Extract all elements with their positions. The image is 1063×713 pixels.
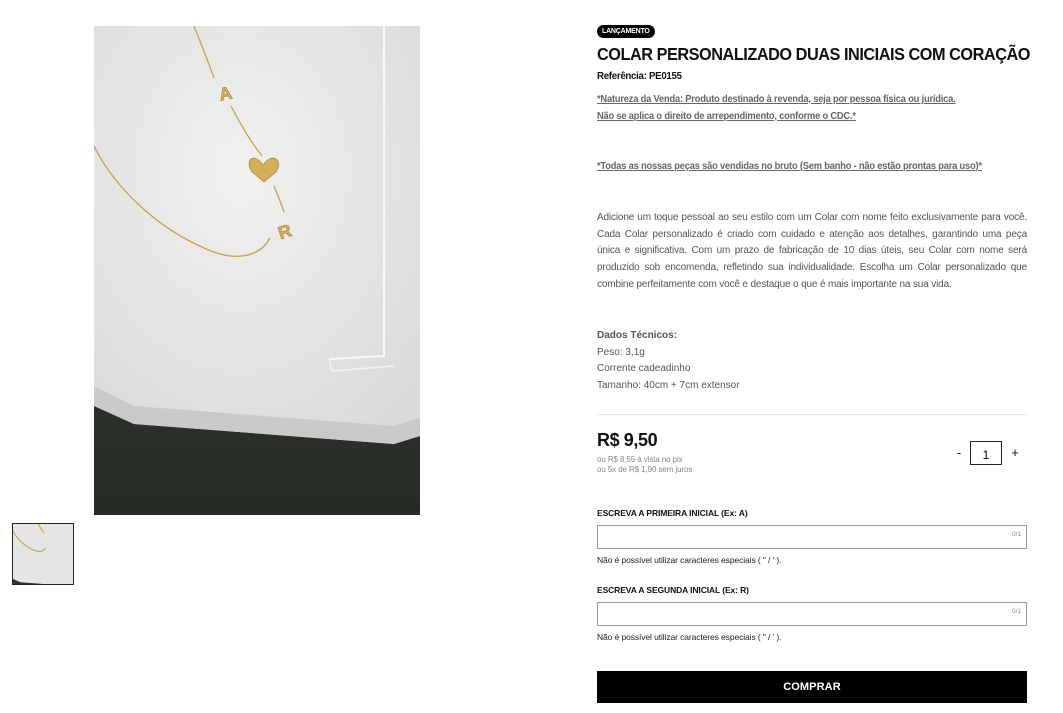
divider <box>597 414 1027 415</box>
spec-size: Tamanho: 40cm + 7cm extensor <box>597 380 740 392</box>
first-initial-label: ESCREVA A PRIMEIRA INICIAL (Ex: A) <box>597 508 748 518</box>
first-initial-counter: 0/1 <box>1011 531 1021 538</box>
first-initial-input[interactable] <box>598 526 1026 548</box>
spec-weight: Peso: 3,1g <box>597 346 645 358</box>
quantity-decrease-button[interactable]: - <box>952 441 966 465</box>
second-initial-hint: Não é possível utilizar caracteres espec… <box>597 632 782 642</box>
sale-notice-line1: *Natureza da Venda: Produto destinado à … <box>597 94 956 105</box>
product-price: R$ 9,50 <box>597 430 658 450</box>
quantity-input[interactable] <box>970 441 1002 465</box>
product-reference: Referência: PE0155 <box>597 70 682 82</box>
first-initial-hint: Não é possível utilizar caracteres espec… <box>597 555 782 565</box>
buy-button[interactable]: COMPRAR <box>597 671 1027 703</box>
product-description: Adicione um toque pessoal ao seu estilo … <box>597 212 1027 290</box>
sale-notice-line2: Não se aplica o direito de arrependiment… <box>597 111 856 122</box>
second-initial-field: 0/1 <box>597 602 1027 626</box>
quantity-stepper: - + <box>949 441 1027 465</box>
second-initial-input[interactable] <box>598 603 1026 625</box>
second-initial-label: ESCREVA A SEGUNDA INICIAL (Ex: R) <box>597 585 749 595</box>
technical-specs: Dados Técnicos: Peso: 3,1g Corrente cade… <box>597 328 740 395</box>
launch-badge: LANÇAMENTO <box>597 25 655 38</box>
pix-price: ou R$ 8,55 à vista no pix <box>597 455 683 464</box>
installment-price: ou 5x de R$ 1,90 sem juros <box>597 465 693 474</box>
raw-finish-notice: *Todas as nossas peças são vendidas no b… <box>597 161 982 172</box>
product-title: COLAR PERSONALIZADO DUAS INICIAIS COM CO… <box>597 44 1030 64</box>
specs-title: Dados Técnicos: <box>597 330 678 341</box>
second-initial-counter: 0/1 <box>1011 608 1021 615</box>
gallery-thumbnail[interactable] <box>12 523 74 585</box>
spec-chain: Corrente cadeadinho <box>597 363 691 375</box>
product-main-image[interactable]: A R <box>94 26 420 515</box>
quantity-increase-button[interactable]: + <box>1008 441 1022 465</box>
first-initial-field: 0/1 <box>597 525 1027 549</box>
